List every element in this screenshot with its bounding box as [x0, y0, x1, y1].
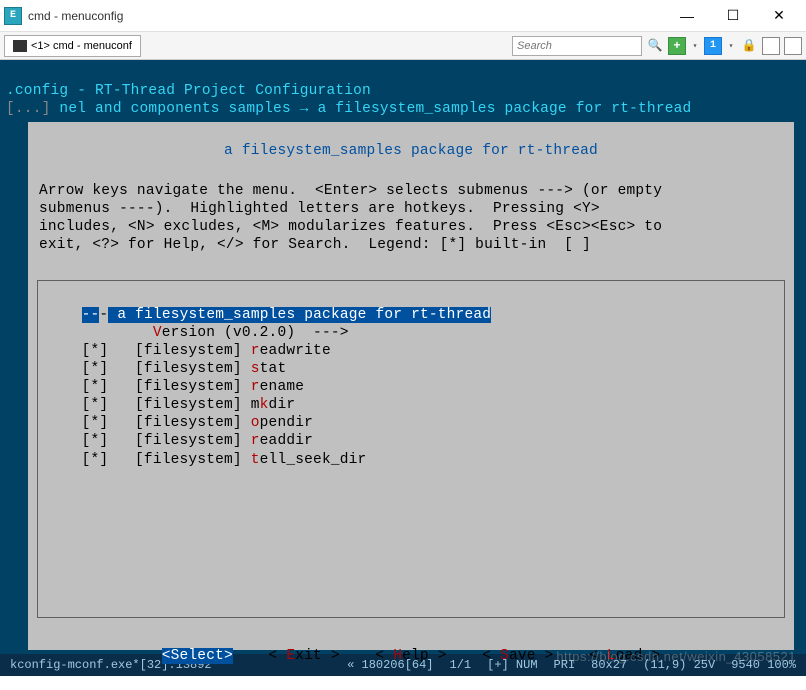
breadcrumb-prefix: [...]: [6, 101, 59, 117]
terminal[interactable]: .config - RT-Thread Project Configuratio…: [0, 60, 806, 654]
menu-item-7[interactable]: [*] [filesystem] readdir: [42, 432, 780, 450]
lock-icon[interactable]: 🔒: [740, 37, 758, 55]
menu-item-3[interactable]: [*] [filesystem] stat: [42, 360, 780, 378]
search-icon[interactable]: 🔍: [646, 37, 664, 55]
window-number-button[interactable]: 1: [704, 37, 722, 55]
app-icon: E: [4, 7, 22, 25]
menu-item-8[interactable]: [*] [filesystem] tell_seek_dir: [42, 451, 780, 469]
minimize-button[interactable]: —: [664, 1, 710, 31]
menu-item-2[interactable]: [*] [filesystem] readwrite: [42, 342, 780, 360]
terminal-icon: [13, 40, 27, 52]
select-button[interactable]: <Select>: [162, 648, 233, 664]
save-button[interactable]: < Save >: [482, 648, 553, 664]
dialog-title: a filesystem_samples package for rt-thre…: [211, 142, 611, 160]
menuconfig-dialog: a filesystem_samples package for rt-thre…: [28, 122, 794, 650]
window-title: cmd - menuconfig: [28, 9, 664, 23]
tab-cmd[interactable]: <1> cmd - menuconf: [4, 35, 141, 57]
search-input[interactable]: [512, 36, 642, 56]
help-text: Arrow keys navigate the menu. <Enter> se…: [37, 178, 785, 263]
menu-item-6[interactable]: [*] [filesystem] opendir: [42, 414, 780, 432]
toolbar: <1> cmd - menuconf 🔍 + ▾ 1 ▾ 🔒: [0, 32, 806, 60]
tab-label: <1> cmd - menuconf: [31, 40, 132, 52]
new-tab-button[interactable]: +: [668, 37, 686, 55]
titlebar: E cmd - menuconfig — ☐ ✕: [0, 0, 806, 32]
toolbar-button-2[interactable]: [784, 37, 802, 55]
menu-item-0[interactable]: --- a filesystem_samples package for rt-…: [42, 306, 780, 324]
breadcrumb: nel and components samples → a filesyste…: [59, 101, 691, 117]
maximize-button[interactable]: ☐: [710, 1, 756, 31]
exit-button[interactable]: < Exit >: [269, 648, 340, 664]
menu-list: --- a filesystem_samples package for rt-…: [37, 280, 785, 618]
help-button[interactable]: < Help >: [375, 648, 446, 664]
close-button[interactable]: ✕: [756, 1, 802, 31]
window-dropdown[interactable]: ▾: [726, 37, 736, 55]
menu-item-1[interactable]: Version (v0.2.0) --->: [42, 324, 780, 342]
watermark: https://blog.csdn.net/weixin_43058521: [556, 649, 796, 664]
config-line1: .config - RT-Thread Project Configuratio…: [6, 83, 371, 99]
new-tab-dropdown[interactable]: ▾: [690, 37, 700, 55]
menu-item-4[interactable]: [*] [filesystem] rename: [42, 378, 780, 396]
menu-item-5[interactable]: [*] [filesystem] mkdir: [42, 396, 780, 414]
toolbar-button-1[interactable]: [762, 37, 780, 55]
